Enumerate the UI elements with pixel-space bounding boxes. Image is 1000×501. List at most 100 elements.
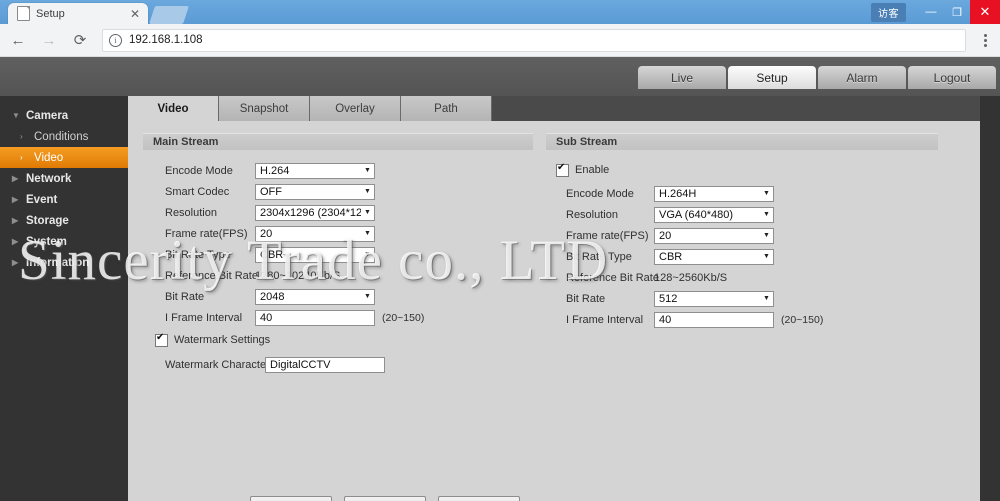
sidebar-item-event[interactable]: ▶ Event xyxy=(0,189,128,210)
row-sub-bit-rate-type: Bit Rate Type CBR ▼ xyxy=(546,246,946,267)
sidebar-label-camera: Camera xyxy=(26,109,69,122)
sidebar-item-information[interactable]: ▶ Information xyxy=(0,252,128,273)
label-main-bit-rate-type: Bit Rate Type xyxy=(165,248,231,261)
select-sub-bit-rate[interactable]: 512 ▼ xyxy=(654,290,774,307)
select-main-frame-rate[interactable]: 20 ▼ xyxy=(255,225,375,242)
chevron-down-icon: ▼ xyxy=(364,293,371,300)
label-watermark-character: Watermark Character xyxy=(165,358,270,371)
select-sub-encode-mode[interactable]: H.264H ▼ xyxy=(654,185,774,202)
nav-tab-setup[interactable]: Setup xyxy=(728,66,816,89)
content-area: Video Snapshot Overlay Path Main Stream … xyxy=(128,96,980,501)
row-sub-frame-rate: Frame rate(FPS) 20 ▼ xyxy=(546,225,946,246)
select-main-encode-mode[interactable]: H.264 ▼ xyxy=(255,162,375,179)
tab-overlay[interactable]: Overlay xyxy=(310,96,401,121)
row-sub-encode-mode: Encode Mode H.264H ▼ xyxy=(546,183,946,204)
nav-tab-live[interactable]: Live xyxy=(638,66,726,89)
window-controls: 访客 — ❐ ✕ xyxy=(871,0,1000,24)
minimize-icon[interactable]: — xyxy=(918,0,944,24)
row-main-ref-bit-rate: Reference Bit Rate 1280~10240Kb/S xyxy=(143,265,543,286)
input-sub-i-frame[interactable]: 40 xyxy=(654,311,774,328)
label-sub-bit-rate-type: Bit Rate Type xyxy=(566,250,632,263)
row-sub-ref-bit-rate: Reference Bit Rate 128~2560Kb/S xyxy=(546,267,946,288)
sidebar-item-system[interactable]: ▶ System xyxy=(0,231,128,252)
browser-menu-icon[interactable] xyxy=(974,27,996,53)
close-icon[interactable]: ✕ xyxy=(130,8,140,20)
row-main-i-frame: I Frame Interval 40 (20~150) xyxy=(143,307,543,328)
sidebar-item-storage[interactable]: ▶ Storage xyxy=(0,210,128,231)
chevron-down-icon: ▼ xyxy=(763,211,770,218)
forward-icon[interactable]: → xyxy=(36,27,62,53)
refresh-button[interactable]: Refresh xyxy=(344,496,426,501)
chevron-right-icon: ▶ xyxy=(12,237,19,246)
row-sub-enable: Enable xyxy=(556,160,946,180)
label-watermark-settings: Watermark Settings xyxy=(174,334,271,346)
nav-tab-alarm[interactable]: Alarm xyxy=(818,66,906,89)
main-stream-section-header: Main Stream xyxy=(143,133,533,150)
select-sub-bit-rate-type[interactable]: CBR ▼ xyxy=(654,248,774,265)
tab-video[interactable]: Video xyxy=(128,96,219,121)
reload-icon[interactable]: ⟳ xyxy=(67,27,93,53)
browser-tab-setup[interactable]: Setup ✕ xyxy=(8,3,148,24)
value-sub-bit-rate-type: CBR xyxy=(659,250,683,263)
label-sub-frame-rate: Frame rate(FPS) xyxy=(566,229,649,242)
new-tab-button[interactable] xyxy=(149,6,189,24)
action-buttons: Default Refresh Save xyxy=(250,496,520,501)
value-main-frame-rate: 20 xyxy=(260,227,273,240)
nav-tab-logout[interactable]: Logout xyxy=(908,66,996,89)
label-sub-ref-bit-rate: Reference Bit Rate xyxy=(566,271,659,284)
device-header: Live Setup Alarm Logout xyxy=(0,57,1000,96)
window-close-icon[interactable]: ✕ xyxy=(970,0,1000,24)
row-main-bit-rate-type: Bit Rate Type CBR ▼ xyxy=(143,244,543,265)
chevron-down-icon: ▼ xyxy=(364,230,371,237)
hint-sub-i-frame: (20~150) xyxy=(781,313,824,326)
tab-snapshot[interactable]: Snapshot xyxy=(219,96,310,121)
sidebar-label-network: Network xyxy=(26,172,72,185)
checkbox-watermark-settings[interactable] xyxy=(155,332,168,347)
value-sub-i-frame: 40 xyxy=(659,313,672,326)
guest-badge[interactable]: 访客 xyxy=(871,2,906,22)
sidebar-label-conditions: Conditions xyxy=(34,130,89,143)
label-sub-i-frame: I Frame Interval xyxy=(566,313,644,326)
site-info-icon[interactable]: i xyxy=(109,33,122,47)
sidebar-item-conditions[interactable]: › Conditions xyxy=(0,126,128,147)
value-main-bit-rate-type: CBR xyxy=(260,248,284,261)
address-bar[interactable]: i 192.168.1.108 xyxy=(102,28,966,52)
select-main-bit-rate[interactable]: 2048 ▼ xyxy=(255,288,375,305)
content-tab-strip: Video Snapshot Overlay Path xyxy=(128,96,980,121)
chevron-down-icon: ▼ xyxy=(763,253,770,260)
checkbox-sub-enable[interactable] xyxy=(556,162,569,177)
maximize-icon[interactable]: ❐ xyxy=(944,0,970,24)
row-main-bit-rate: Bit Rate 2048 ▼ xyxy=(143,286,543,307)
sidebar-item-network[interactable]: ▶ Network xyxy=(0,168,128,189)
value-watermark-character: DigitalCCTV xyxy=(270,358,331,371)
sidebar-item-camera[interactable]: ▼ Camera xyxy=(0,105,128,126)
value-sub-encode-mode: H.264H xyxy=(659,187,697,200)
tab-path[interactable]: Path xyxy=(401,96,492,121)
page-icon xyxy=(17,6,30,21)
sub-stream-section-header: Sub Stream xyxy=(546,133,938,150)
select-main-resolution[interactable]: 2304x1296 (2304*1296) ▼ xyxy=(255,204,375,221)
row-main-resolution: Resolution 2304x1296 (2304*1296) ▼ xyxy=(143,202,543,223)
chevron-right-icon: ▶ xyxy=(12,216,19,225)
row-sub-resolution: Resolution VGA (640*480) ▼ xyxy=(546,204,946,225)
sidebar-label-information: Information xyxy=(26,256,90,269)
address-bar-url: 192.168.1.108 xyxy=(129,34,203,46)
save-button[interactable]: Save xyxy=(438,496,520,501)
input-main-i-frame[interactable]: 40 xyxy=(255,309,375,326)
select-sub-resolution[interactable]: VGA (640*480) ▼ xyxy=(654,206,774,223)
sub-stream-column: Sub Stream Enable Encode Mode H.264H ▼ xyxy=(546,133,946,330)
select-main-bit-rate-type[interactable]: CBR ▼ xyxy=(255,246,375,263)
label-sub-encode-mode: Encode Mode xyxy=(566,187,634,200)
select-sub-frame-rate[interactable]: 20 ▼ xyxy=(654,227,774,244)
input-watermark-character[interactable]: DigitalCCTV xyxy=(265,356,385,373)
sidebar: ▼ Camera › Conditions › Video ▶ Network … xyxy=(0,96,128,501)
device-ui: Live Setup Alarm Logout ▼ Camera › Condi… xyxy=(0,57,1000,501)
select-main-smart-codec[interactable]: OFF ▼ xyxy=(255,183,375,200)
default-button[interactable]: Default xyxy=(250,496,332,501)
value-main-bit-rate: 2048 xyxy=(260,290,285,303)
sidebar-item-video[interactable]: › Video xyxy=(0,147,128,168)
label-sub-enable: Enable xyxy=(575,164,610,176)
chevron-right-icon: ▶ xyxy=(12,174,19,183)
back-icon[interactable]: ← xyxy=(5,27,31,53)
row-sub-bit-rate: Bit Rate 512 ▼ xyxy=(546,288,946,309)
